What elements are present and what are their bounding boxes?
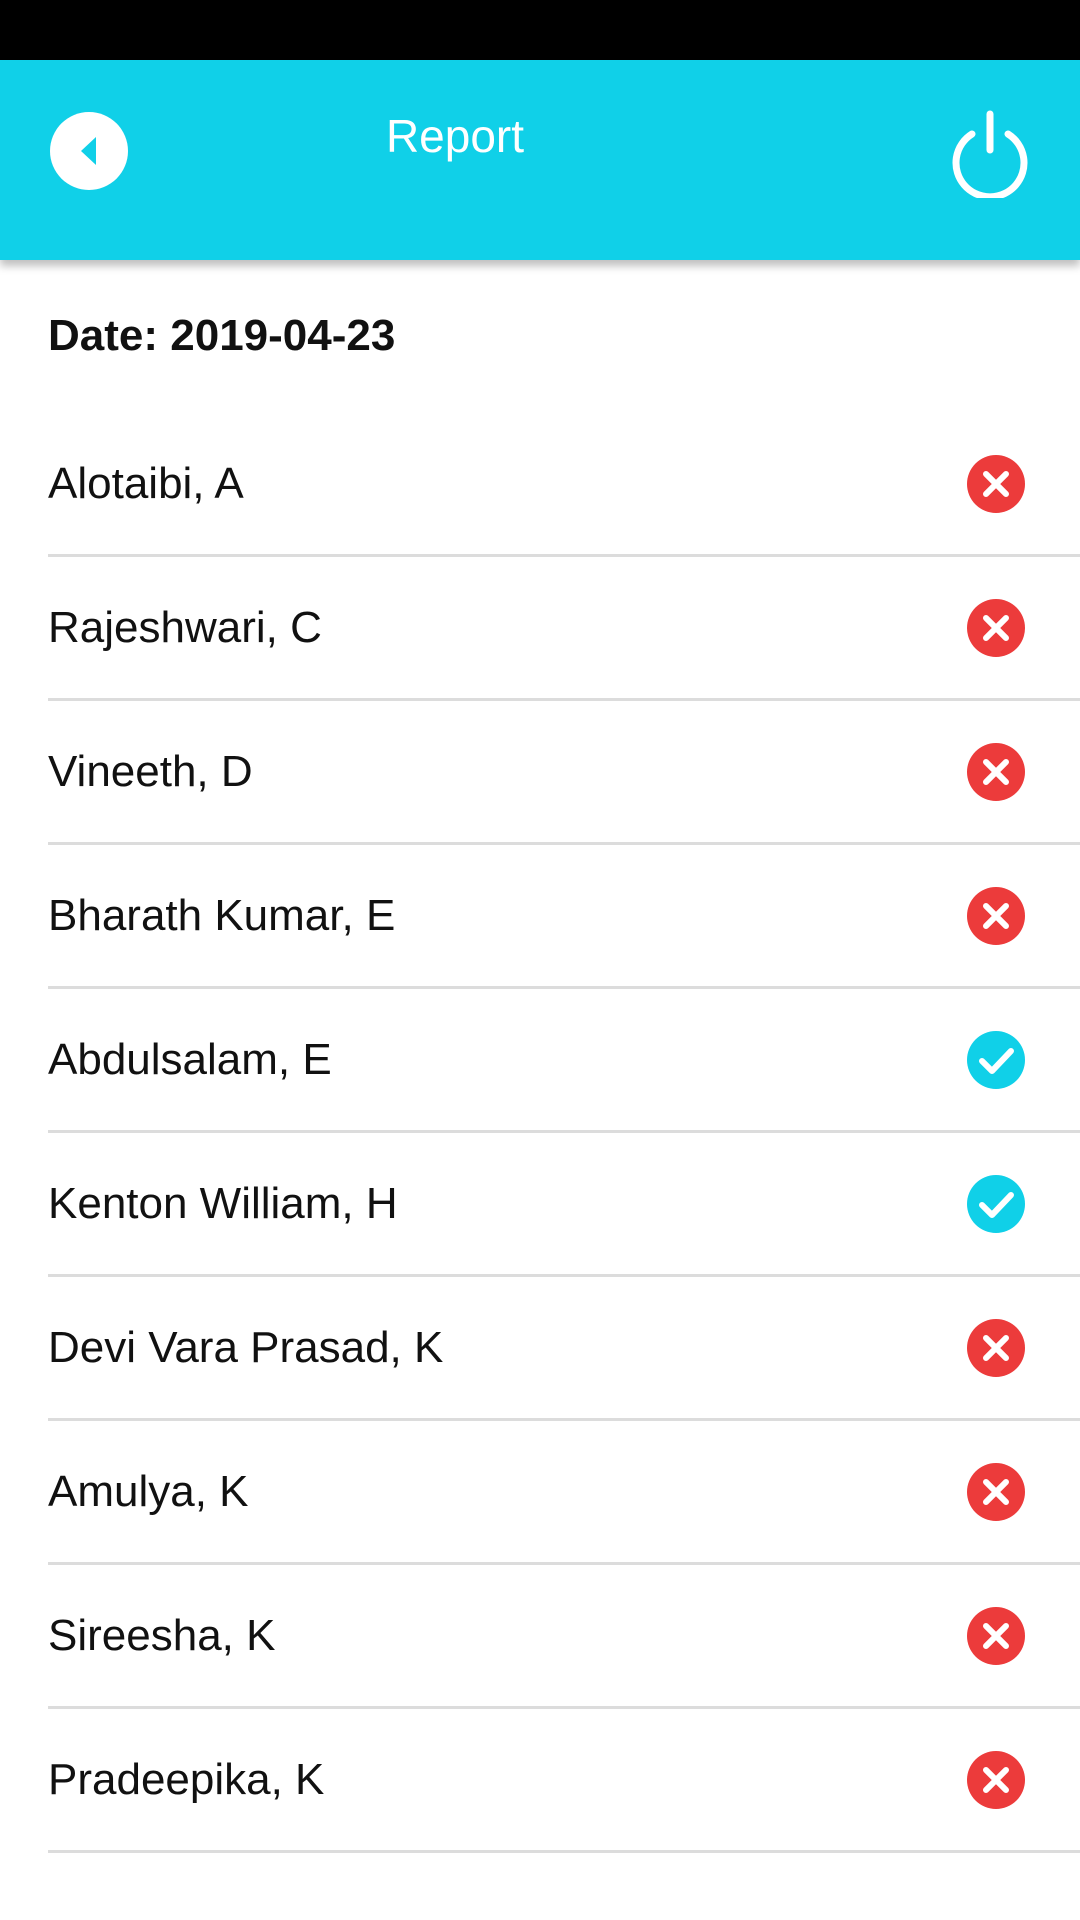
- list-item[interactable]: Pradeepika, K: [48, 1710, 1080, 1853]
- page-title: Report: [385, 110, 525, 162]
- cross-circle-icon: [967, 599, 1025, 657]
- app-bar: Report: [0, 60, 1080, 260]
- cross-circle-icon: [967, 1607, 1025, 1665]
- cross-circle-icon: [967, 455, 1025, 513]
- cross-circle-icon: [967, 887, 1025, 945]
- list-item[interactable]: Abdulsalam, E: [48, 990, 1080, 1133]
- student-name: Pradeepika, K: [48, 1755, 325, 1804]
- student-name: Alotaibi, A: [48, 459, 244, 508]
- student-name: Sireesha, K: [48, 1611, 276, 1660]
- student-name: Devi Vara Prasad, K: [48, 1323, 444, 1372]
- student-name: Bharath Kumar, E: [48, 891, 396, 940]
- power-icon: [952, 110, 1028, 201]
- status-bar: [0, 0, 1080, 60]
- list-item[interactable]: Devi Vara Prasad, K: [48, 1278, 1080, 1421]
- list-item[interactable]: Alotaibi, A: [48, 414, 1080, 557]
- student-name: Abdulsalam, E: [48, 1035, 332, 1084]
- student-list: Alotaibi, A Rajeshwari, C Vineeth, D Bharat…: [48, 414, 1080, 1854]
- student-name: Kenton William, H: [48, 1179, 398, 1228]
- report-date: Date: 2019-04-23: [48, 311, 396, 360]
- power-button[interactable]: [948, 108, 1032, 201]
- cross-circle-icon: [967, 743, 1025, 801]
- cross-circle-icon: [967, 1751, 1025, 1809]
- list-item[interactable]: Bharath Kumar, E: [48, 846, 1080, 989]
- cross-circle-icon: [967, 1319, 1025, 1377]
- student-name: Rajeshwari, C: [48, 603, 322, 652]
- check-circle-icon: [967, 1175, 1025, 1233]
- cross-circle-icon: [967, 1463, 1025, 1521]
- list-item[interactable]: Rajeshwari, C: [48, 558, 1080, 701]
- list-item[interactable]: Kenton William, H: [48, 1134, 1080, 1277]
- check-circle-icon: [967, 1031, 1025, 1089]
- list-item[interactable]: Vineeth, D: [48, 702, 1080, 845]
- student-name: Vineeth, D: [48, 747, 253, 796]
- list-item[interactable]: Amulya, K: [48, 1422, 1080, 1565]
- list-item[interactable]: Sireesha, K: [48, 1566, 1080, 1709]
- student-name: Amulya, K: [48, 1467, 249, 1516]
